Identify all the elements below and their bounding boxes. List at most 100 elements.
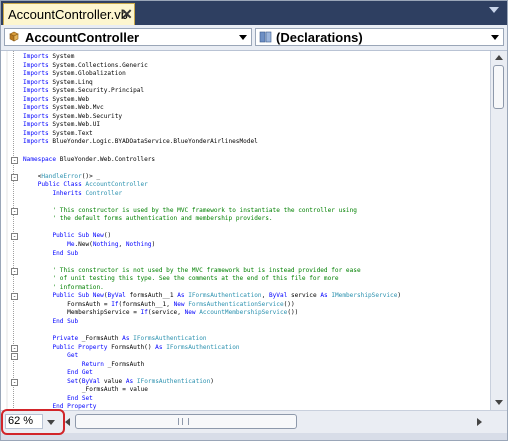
code-token: Public Property <box>52 343 112 351</box>
code-token: New <box>173 300 189 308</box>
navigation-bar: AccountController (Declarations) <box>1 25 507 51</box>
zoom-highlight-annotation <box>1 409 65 435</box>
code-token: FormsAuth = <box>67 300 112 308</box>
code-token: Public Sub New <box>52 232 104 240</box>
grip-icon <box>178 418 189 425</box>
code-token: Get <box>67 352 79 360</box>
collapse-icon[interactable]: - <box>11 156 18 164</box>
tab-dropdown-icon[interactable] <box>489 7 499 13</box>
code-token: Imports <box>23 112 53 120</box>
collapse-icon[interactable]: - <box>11 344 18 352</box>
code-editor[interactable]: Imports System Imports System.Collections… <box>1 51 490 410</box>
scroll-up-icon[interactable] <box>495 55 503 60</box>
close-icon[interactable]: ✕ <box>121 6 133 23</box>
code-token: ByVal <box>268 292 291 300</box>
code-line-text: Private _FormsAuth As IFormsAuthenticati… <box>52 335 206 344</box>
code-token: System.Text <box>52 129 93 137</box>
code-token: AccountController <box>85 181 148 189</box>
code-token: End Get <box>67 369 93 377</box>
tab-title: AccountController.vb <box>8 7 128 22</box>
code-token: MembershipService = <box>67 309 141 317</box>
code-line-text: End Get <box>67 369 93 378</box>
code-token: Imports <box>23 78 53 86</box>
code-token: BlueYonder.Logic.BYADOataService.BlueYon… <box>52 138 258 146</box>
collapse-icon[interactable]: - <box>11 173 18 181</box>
member-dropdown[interactable]: (Declarations) <box>255 28 504 46</box>
code-token: Imports <box>23 61 53 69</box>
code-line-text: Get <box>67 352 78 361</box>
code-token: System <box>52 53 75 60</box>
class-dropdown[interactable]: AccountController <box>4 28 252 46</box>
code-token: Imports <box>23 121 53 129</box>
code-token: Controller <box>85 189 123 197</box>
collapse-icon[interactable]: - <box>11 267 18 275</box>
vertical-scrollbar[interactable] <box>490 51 507 410</box>
code-line-text: <HandleError()> _ <box>38 173 100 182</box>
code-token: _FormsAuth <box>107 360 145 368</box>
declarations-icon <box>259 31 272 43</box>
scroll-right-icon[interactable] <box>477 418 482 426</box>
code-line-text: MembershipService = If(service, New Acco… <box>67 309 298 318</box>
code-token: () <box>103 232 112 240</box>
code-token: Imports <box>23 138 53 146</box>
code-token: ' information. <box>52 283 104 291</box>
collapse-icon[interactable]: - <box>11 233 18 241</box>
class-icon <box>9 31 19 42</box>
code-token: System.Linq <box>52 78 93 86</box>
code-token: System.Collections.Generic <box>52 61 148 69</box>
code-line-text: FormsAuth = If(formsAuth__1, New FormsAu… <box>67 301 295 310</box>
code-token: System.Web.Security <box>52 112 123 120</box>
code-token: IFormsAuthentication <box>136 377 211 385</box>
scroll-down-icon[interactable] <box>495 400 503 405</box>
code-token: As <box>177 292 189 300</box>
code-line-text: End Set <box>67 395 93 404</box>
code-token: End Sub <box>52 317 79 325</box>
chevron-down-icon <box>239 35 247 40</box>
code-line-text: Imports BlueYonder.Logic.BYADOataService… <box>23 138 258 147</box>
code-token: IFormsAuthentication <box>133 335 207 343</box>
code-token: ' This constructor is used by the MVC fr… <box>52 206 357 214</box>
collapse-icon[interactable]: - <box>11 378 18 386</box>
code-line-text: Public Class AccountController <box>38 181 148 190</box>
editor-bottom-bar: 62 % <box>1 410 507 433</box>
code-line-text: Public Sub New(ByVal formsAuth__1 As IFo… <box>52 292 401 301</box>
code-token: Imports <box>23 104 53 112</box>
code-token: System.Web.Mvc <box>52 104 104 112</box>
code-token: IFormsAuthentication <box>166 343 240 351</box>
code-token: Imports <box>23 53 53 60</box>
code-line-text: Imports System.Web.UI <box>23 121 100 130</box>
code-token: Imports <box>23 129 53 137</box>
code-line-text: Imports System.Collections.Generic <box>23 62 148 71</box>
code-line-text: End Sub <box>52 318 78 327</box>
code-token: ' the default forms authentication and m… <box>52 215 273 223</box>
code-token: Set <box>67 377 79 385</box>
code-token: ByVal <box>81 377 104 385</box>
code-token: ) <box>210 377 214 385</box>
code-token: IMembershipService <box>331 292 398 300</box>
tab-account-controller[interactable]: AccountController.vb ✕ <box>3 3 135 25</box>
code-token: Public Class <box>37 181 86 189</box>
code-token: End Set <box>67 394 93 402</box>
editor-window: AccountController.vb ✕ AccountController… <box>0 0 508 441</box>
code-token: System.Security.Principal <box>52 87 145 95</box>
code-token: ()) <box>283 300 295 308</box>
scroll-left-icon[interactable] <box>65 418 70 426</box>
code-token: FormsAuth() <box>111 343 156 351</box>
code-line-text: ' of unit testing this type. See the com… <box>52 275 338 284</box>
code-token: ' This constructor is not used by the MV… <box>52 266 361 274</box>
code-token: Inherits <box>52 189 86 197</box>
class-dropdown-label: AccountController <box>25 30 140 45</box>
code-token: ByVal <box>107 292 130 300</box>
code-token: Public Sub New <box>52 292 104 300</box>
vertical-scroll-thumb[interactable] <box>493 65 504 109</box>
code-token: As <box>320 292 332 300</box>
code-line-text: ' This constructor is not used by the MV… <box>52 267 360 276</box>
code-line-text: Imports System.Web <box>23 96 89 105</box>
horizontal-scroll-thumb[interactable] <box>75 414 297 429</box>
collapse-icon[interactable]: - <box>11 353 18 361</box>
collapse-icon[interactable]: - <box>11 207 18 215</box>
code-token: service <box>290 292 321 300</box>
code-token: (service, <box>147 309 185 317</box>
collapse-icon[interactable]: - <box>11 293 18 301</box>
code-token: IFormsAuthentication <box>188 292 262 300</box>
